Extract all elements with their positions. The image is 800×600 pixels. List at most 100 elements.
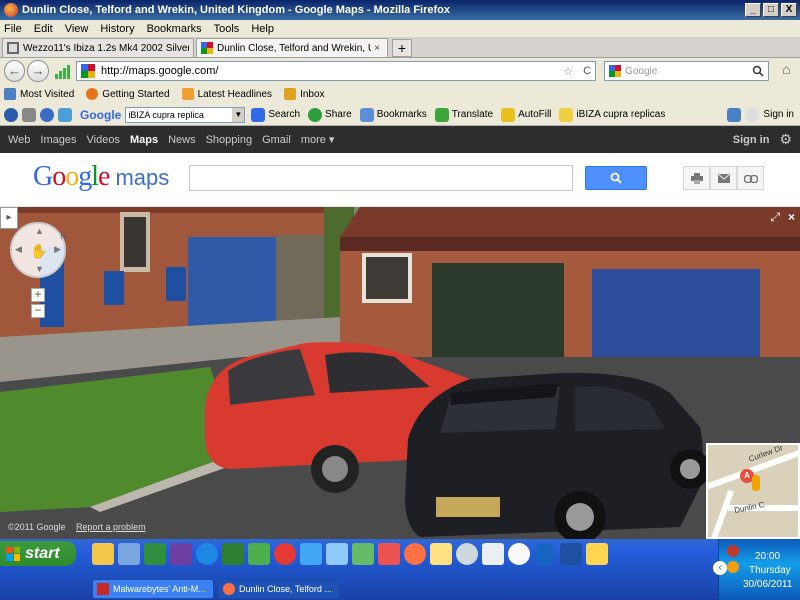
new-tab-button[interactable]: +	[392, 39, 412, 57]
pan-right-icon[interactable]: ▶	[54, 244, 61, 255]
toolbar-ibiza-bookmark[interactable]: iBIZA cupra replicas	[559, 107, 665, 122]
network-icon[interactable]	[248, 543, 270, 565]
window-icon[interactable]	[482, 543, 504, 565]
menu-bookmarks[interactable]: Bookmarks	[147, 23, 202, 35]
print-button[interactable]	[683, 166, 710, 190]
navigation-compass[interactable]: ▲ ▼ ◀ ▶ ✋ N	[10, 222, 66, 278]
tray-app-icon[interactable]	[727, 561, 739, 573]
toolbar-search-button[interactable]: Search	[251, 107, 300, 122]
menu-file[interactable]: File	[4, 23, 22, 35]
forward-button[interactable]: →	[27, 60, 49, 82]
internet-explorer-icon[interactable]	[196, 543, 218, 565]
hand-drag-icon[interactable]: ✋	[30, 242, 48, 260]
gbar-web[interactable]: Web	[8, 134, 30, 146]
airplane-icon[interactable]	[378, 543, 400, 565]
gbar-more[interactable]: more ▾	[301, 133, 335, 146]
back-button[interactable]: ←	[4, 60, 26, 82]
globe-icon[interactable]	[4, 107, 18, 122]
url-bar[interactable]: http://maps.google.com/ ☆ C	[76, 61, 597, 81]
gbar-videos[interactable]: Videos	[87, 134, 120, 146]
street-view-minimap[interactable]: Curlew Dr Dunlin C A	[706, 443, 800, 539]
email-button[interactable]	[710, 166, 737, 190]
clock-icon[interactable]	[40, 107, 54, 122]
taskbar-malwarebytes[interactable]: Malwarebytes' Anti-M...	[92, 579, 214, 599]
usb-icon[interactable]	[352, 543, 374, 565]
maps-search-input[interactable]	[189, 165, 573, 191]
media-icon[interactable]	[456, 543, 478, 565]
toolbar-autofill-button[interactable]: AutoFill	[501, 107, 551, 122]
bookmark-latest-headlines[interactable]: Latest Headlines	[181, 88, 272, 100]
show-hidden-icons-icon[interactable]: ‹	[713, 561, 727, 575]
opera-icon[interactable]	[274, 543, 296, 565]
gbar-gmail[interactable]: Gmail	[262, 134, 291, 146]
page-icon[interactable]	[22, 107, 36, 122]
wrench-icon[interactable]	[727, 107, 742, 122]
url-text[interactable]: http://maps.google.com/	[101, 65, 563, 77]
zoom-out-button[interactable]: −	[31, 304, 45, 318]
download-icon[interactable]	[118, 543, 140, 565]
toolbar-search-value[interactable]: iBIZA cupra replica	[128, 110, 232, 120]
start-button[interactable]: start	[0, 541, 76, 566]
signal-bars-icon[interactable]	[54, 63, 72, 79]
side-panel-toggle[interactable]: ▸	[0, 207, 18, 229]
pan-left-icon[interactable]: ◀	[15, 244, 22, 255]
close-tab-icon[interactable]: ×	[371, 43, 383, 54]
gbar-maps[interactable]: Maps	[130, 134, 158, 146]
toolbar-bookmarks-button[interactable]: Bookmarks	[359, 107, 427, 122]
google-toolbar-logo[interactable]: Google	[80, 108, 121, 122]
toolbar-translate-button[interactable]: Translate	[434, 107, 493, 122]
window-titlebar[interactable]: Dunlin Close, Telford and Wrekin, United…	[0, 0, 800, 20]
fullscreen-icon[interactable]: ⤢	[770, 210, 780, 225]
toolbar-search-select[interactable]: iBIZA cupra replica ▼	[125, 106, 246, 123]
pegman-icon[interactable]	[752, 475, 760, 491]
menu-view[interactable]: View	[65, 23, 89, 35]
street-view-panorama[interactable]: ▸ ▲ ▼ ◀ ▶ ✋ N + − ⤢ × ©2011 Google Repor…	[0, 207, 800, 539]
magnifier-icon[interactable]	[752, 65, 764, 77]
maximize-button[interactable]: □	[763, 3, 779, 17]
application-icon[interactable]	[300, 543, 322, 565]
home-button[interactable]: ⌂	[777, 61, 796, 81]
image-viewer-icon[interactable]	[430, 543, 452, 565]
menu-tools[interactable]: Tools	[214, 23, 240, 35]
gear-icon[interactable]: ⚙	[779, 131, 792, 148]
search-engine-box[interactable]: Google	[604, 61, 769, 81]
excel-icon[interactable]	[144, 543, 166, 565]
menu-history[interactable]: History	[100, 23, 134, 35]
tab-ibiza[interactable]: Wezzo11's Ibiza 1.2s Mk4 2002 Silver (M.…	[2, 38, 194, 57]
firefox-icon[interactable]	[404, 543, 426, 565]
bookmark-most-visited[interactable]: Most Visited	[4, 88, 74, 100]
bookmark-inbox[interactable]: Inbox	[284, 88, 325, 100]
tree-icon[interactable]	[222, 543, 244, 565]
pan-up-icon[interactable]: ▲	[35, 226, 44, 236]
minimize-button[interactable]: _	[745, 3, 761, 17]
football-icon[interactable]	[508, 543, 530, 565]
toolbar-sign-in[interactable]: Sign in	[763, 109, 794, 120]
link-button[interactable]	[737, 166, 764, 190]
media-player-icon[interactable]	[534, 543, 556, 565]
puzzle-icon[interactable]	[58, 107, 72, 122]
sign-in-link[interactable]: Sign in	[733, 134, 770, 146]
bookmark-getting-started[interactable]: Getting Started	[86, 88, 170, 100]
picture-icon[interactable]	[586, 543, 608, 565]
printer-icon[interactable]	[326, 543, 348, 565]
reload-icon[interactable]: C	[583, 65, 591, 77]
close-street-view-icon[interactable]: ×	[788, 210, 795, 224]
dropdown-arrow-icon[interactable]: ▼	[232, 107, 245, 122]
tab-google-maps[interactable]: Dunlin Close, Telford and Wrekin, United…	[196, 38, 388, 57]
zoom-in-button[interactable]: +	[31, 288, 45, 302]
menu-help[interactable]: Help	[251, 23, 274, 35]
close-window-button[interactable]: X	[781, 3, 797, 17]
bookmark-star-icon[interactable]: ☆	[563, 65, 573, 78]
maps-search-button[interactable]	[585, 166, 647, 190]
antivirus-tray-icon[interactable]	[727, 545, 739, 557]
menu-edit[interactable]: Edit	[34, 23, 53, 35]
word-icon[interactable]	[560, 543, 582, 565]
taskbar-firefox[interactable]: Dunlin Close, Telford ...	[218, 579, 340, 599]
clock-time[interactable]: 20:00	[755, 551, 780, 562]
gbar-shopping[interactable]: Shopping	[206, 134, 253, 146]
gbar-news[interactable]: News	[168, 134, 196, 146]
report-problem-link[interactable]: Report a problem	[76, 522, 146, 532]
gbar-images[interactable]: Images	[40, 134, 76, 146]
paint-icon[interactable]	[170, 543, 192, 565]
pan-down-icon[interactable]: ▼	[35, 264, 44, 274]
